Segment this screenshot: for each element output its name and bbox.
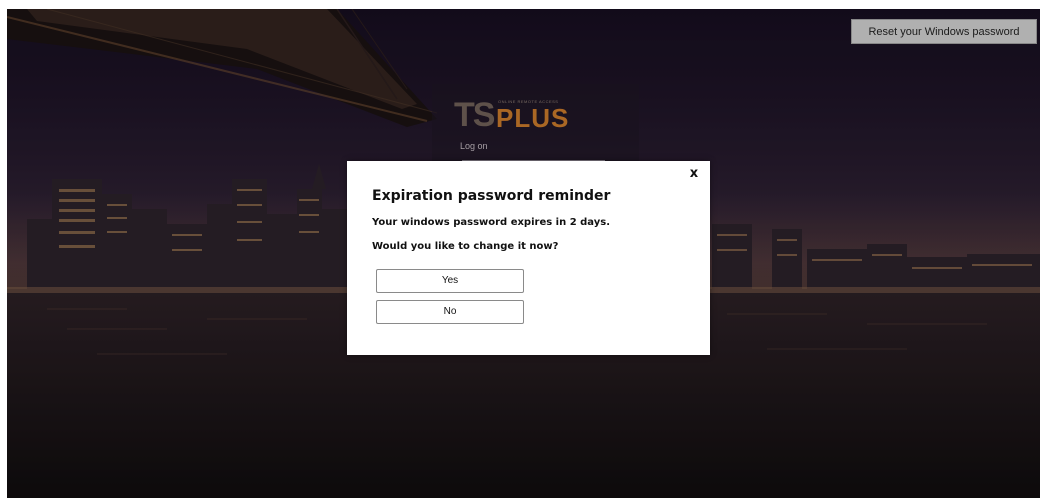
yes-button[interactable]: Yes: [376, 269, 524, 293]
no-button[interactable]: No: [376, 300, 524, 324]
dialog-message-question: Would you like to change it now?: [372, 241, 559, 252]
dialog-message-expiry: Your windows password expires in 2 days.: [372, 217, 611, 228]
close-icon[interactable]: x: [685, 165, 703, 183]
expiration-reminder-dialog: x Expiration password reminder Your wind…: [347, 161, 710, 355]
dialog-title: Expiration password reminder: [372, 188, 611, 204]
screen: TS ONLINE REMOTE ACCESS PLUS Log on Rese…: [0, 0, 1040, 498]
